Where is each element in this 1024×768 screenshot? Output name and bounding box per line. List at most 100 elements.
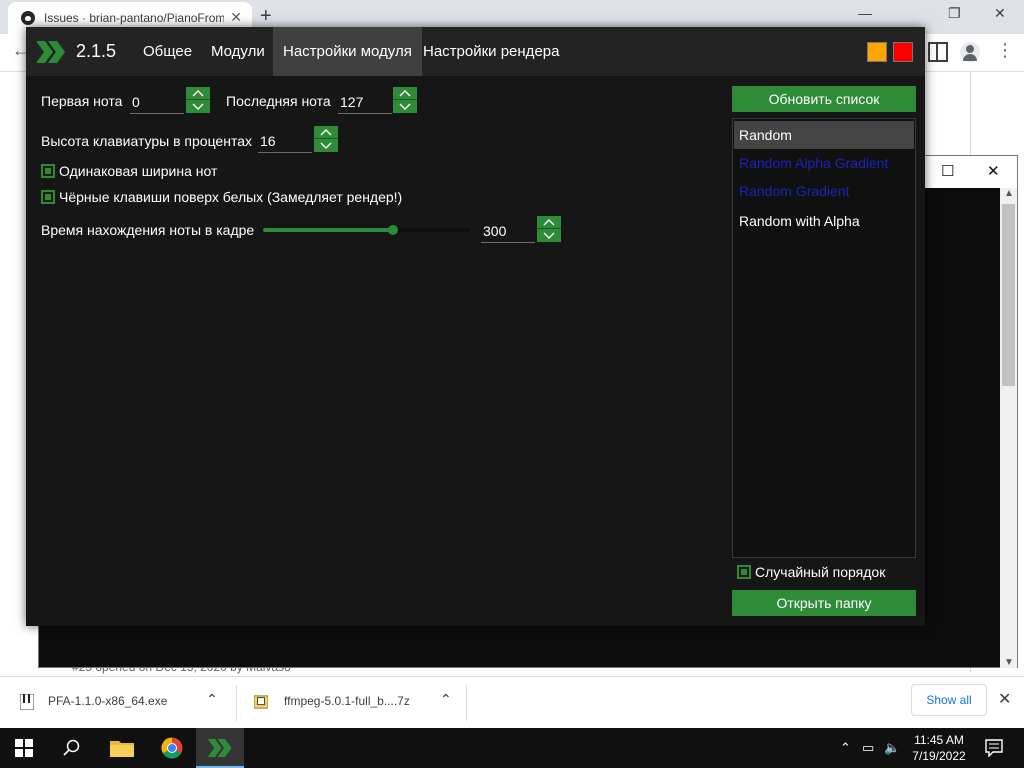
chrome-taskbar-button[interactable] — [148, 728, 196, 768]
network-icon[interactable]: ▭ — [862, 740, 874, 756]
profile-icon[interactable] — [960, 42, 980, 62]
maximize-icon[interactable]: ❐ — [948, 5, 961, 22]
note-time-input[interactable]: 300 — [481, 219, 535, 243]
last-note-stepper[interactable] — [393, 87, 417, 113]
scroll-down-icon[interactable]: ▼ — [1004, 657, 1014, 668]
piano-file-icon — [20, 694, 34, 710]
note-time-slider[interactable] — [263, 225, 470, 235]
stepper-down-button[interactable] — [537, 229, 561, 242]
random-order-checkbox[interactable] — [737, 565, 751, 579]
last-note-input[interactable]: 127 — [338, 90, 392, 114]
tab-general[interactable]: Общее — [133, 27, 202, 76]
note-time-label: Время нахождения ноты в кадре — [41, 222, 255, 238]
github-icon — [21, 11, 35, 25]
start-button[interactable] — [0, 728, 48, 768]
black-keys-label[interactable]: Чёрные клавиши поверх белых (Замедляет р… — [59, 189, 402, 205]
chrome-icon — [161, 737, 183, 759]
windows-logo-icon — [15, 739, 33, 757]
side-panel-icon[interactable] — [928, 42, 948, 62]
console-maximize-icon[interactable]: ☐ — [941, 162, 954, 180]
divider — [466, 685, 467, 721]
color-swatch-red[interactable] — [893, 42, 913, 62]
download-item[interactable]: ffmpeg-5.0.1-full_b....7z ⌃ — [236, 677, 466, 729]
tab-close-icon[interactable]: ✕ — [230, 9, 242, 26]
pfa-taskbar-button[interactable] — [196, 728, 244, 768]
list-item[interactable]: Random Alpha Gradient — [734, 149, 914, 177]
same-width-label[interactable]: Одинаковая ширина нот — [59, 163, 217, 179]
pfa-logo-icon — [207, 739, 232, 757]
downloads-bar: PFA-1.1.0-x86_64.exe ⌃ ffmpeg-5.0.1-full… — [0, 676, 1024, 728]
keyboard-height-stepper[interactable] — [314, 126, 338, 152]
last-note-label: Последняя нота — [226, 93, 331, 109]
chevron-up-icon[interactable]: ⌃ — [440, 691, 452, 708]
first-note-input[interactable]: 0 — [130, 90, 184, 114]
file-explorer-button[interactable] — [98, 728, 146, 768]
tab-module-settings[interactable]: Настройки модуля — [273, 27, 422, 76]
browser-tab-title: Issues · brian-pantano/PianoFrom — [44, 11, 224, 25]
chevron-up-icon — [320, 129, 332, 136]
clock-time: 11:45 AM — [914, 733, 964, 747]
chevron-up-icon[interactable]: ⌃ — [206, 691, 218, 708]
app-header: 2.1.5 Общее Модули Настройки модуля Наст… — [26, 27, 925, 76]
archive-file-icon — [254, 695, 268, 709]
download-item[interactable]: PFA-1.1.0-x86_64.exe ⌃ — [0, 677, 236, 729]
slider-handle[interactable] — [388, 225, 398, 235]
volume-icon[interactable]: 🔈 — [884, 740, 900, 756]
tab-render-settings[interactable]: Настройки рендера — [413, 27, 569, 76]
stepper-up-button[interactable] — [393, 87, 417, 100]
slider-fill — [263, 228, 393, 232]
new-tab-button[interactable]: + — [260, 5, 272, 28]
chevron-down-icon — [320, 142, 332, 149]
download-filename: PFA-1.1.0-x86_64.exe — [48, 694, 168, 708]
stepper-down-button[interactable] — [314, 139, 338, 152]
notifications-icon[interactable] — [985, 739, 1003, 757]
console-scrollbar[interactable]: ▲ ▼ — [1000, 188, 1017, 668]
open-folder-button[interactable]: Открыть папку — [732, 590, 916, 616]
palette-list[interactable]: Random Random Alpha Gradient Random Grad… — [732, 118, 916, 558]
tab-modules[interactable]: Модули — [201, 27, 275, 76]
list-item[interactable]: Random with Alpha — [734, 207, 914, 235]
chevron-down-icon — [192, 103, 204, 110]
folder-icon — [110, 741, 134, 757]
show-all-button[interactable]: Show all — [911, 684, 987, 716]
stepper-up-button[interactable] — [186, 87, 210, 100]
search-button[interactable] — [48, 728, 96, 768]
console-close-icon[interactable]: ✕ — [987, 162, 1000, 180]
color-swatch-orange[interactable] — [867, 42, 887, 62]
scrollbar-thumb[interactable] — [1002, 204, 1015, 386]
chevron-up-icon — [399, 90, 411, 97]
close-icon[interactable]: ✕ — [998, 689, 1011, 709]
random-order-label[interactable]: Случайный порядок — [755, 564, 885, 580]
black-keys-checkbox[interactable] — [41, 190, 55, 204]
app-version: 2.1.5 — [76, 41, 117, 61]
note-time-stepper[interactable] — [537, 216, 561, 242]
keyboard-height-input[interactable]: 16 — [258, 129, 312, 153]
stepper-up-button[interactable] — [537, 216, 561, 229]
first-note-stepper[interactable] — [186, 87, 210, 113]
minimize-icon[interactable]: — — [858, 5, 872, 21]
pfa-app-window: 2.1.5 Общее Модули Настройки модуля Наст… — [26, 27, 925, 626]
stepper-down-button[interactable] — [186, 100, 210, 113]
taskbar-clock[interactable]: 11:45 AM 7/19/2022 — [906, 732, 972, 764]
same-width-checkbox[interactable] — [41, 164, 55, 178]
download-filename: ffmpeg-5.0.1-full_b....7z — [284, 694, 410, 708]
list-item[interactable]: Random Gradient — [734, 177, 914, 205]
clock-date: 7/19/2022 — [912, 749, 966, 763]
tray-overflow-icon[interactable]: ⌃ — [840, 740, 851, 756]
chevron-down-icon — [543, 232, 555, 239]
windows-taskbar: ⌃ ▭ 🔈 11:45 AM 7/19/2022 — [0, 728, 1024, 768]
kebab-menu-icon[interactable]: ⋮ — [996, 40, 1014, 61]
first-note-label: Первая нота — [41, 93, 123, 109]
refresh-list-button[interactable]: Обновить список — [732, 86, 916, 112]
chevron-up-icon — [192, 90, 204, 97]
window-close-icon[interactable]: ✕ — [994, 5, 1006, 22]
chevron-up-icon — [543, 219, 555, 226]
list-item[interactable]: Random — [734, 121, 914, 149]
stepper-down-button[interactable] — [393, 100, 417, 113]
stepper-up-button[interactable] — [314, 126, 338, 139]
chevron-down-icon — [399, 103, 411, 110]
search-icon — [63, 739, 80, 756]
pfa-logo-icon — [36, 41, 65, 63]
keyboard-height-label: Высота клавиатуры в процентах — [41, 133, 252, 149]
scroll-up-icon[interactable]: ▲ — [1004, 188, 1014, 199]
